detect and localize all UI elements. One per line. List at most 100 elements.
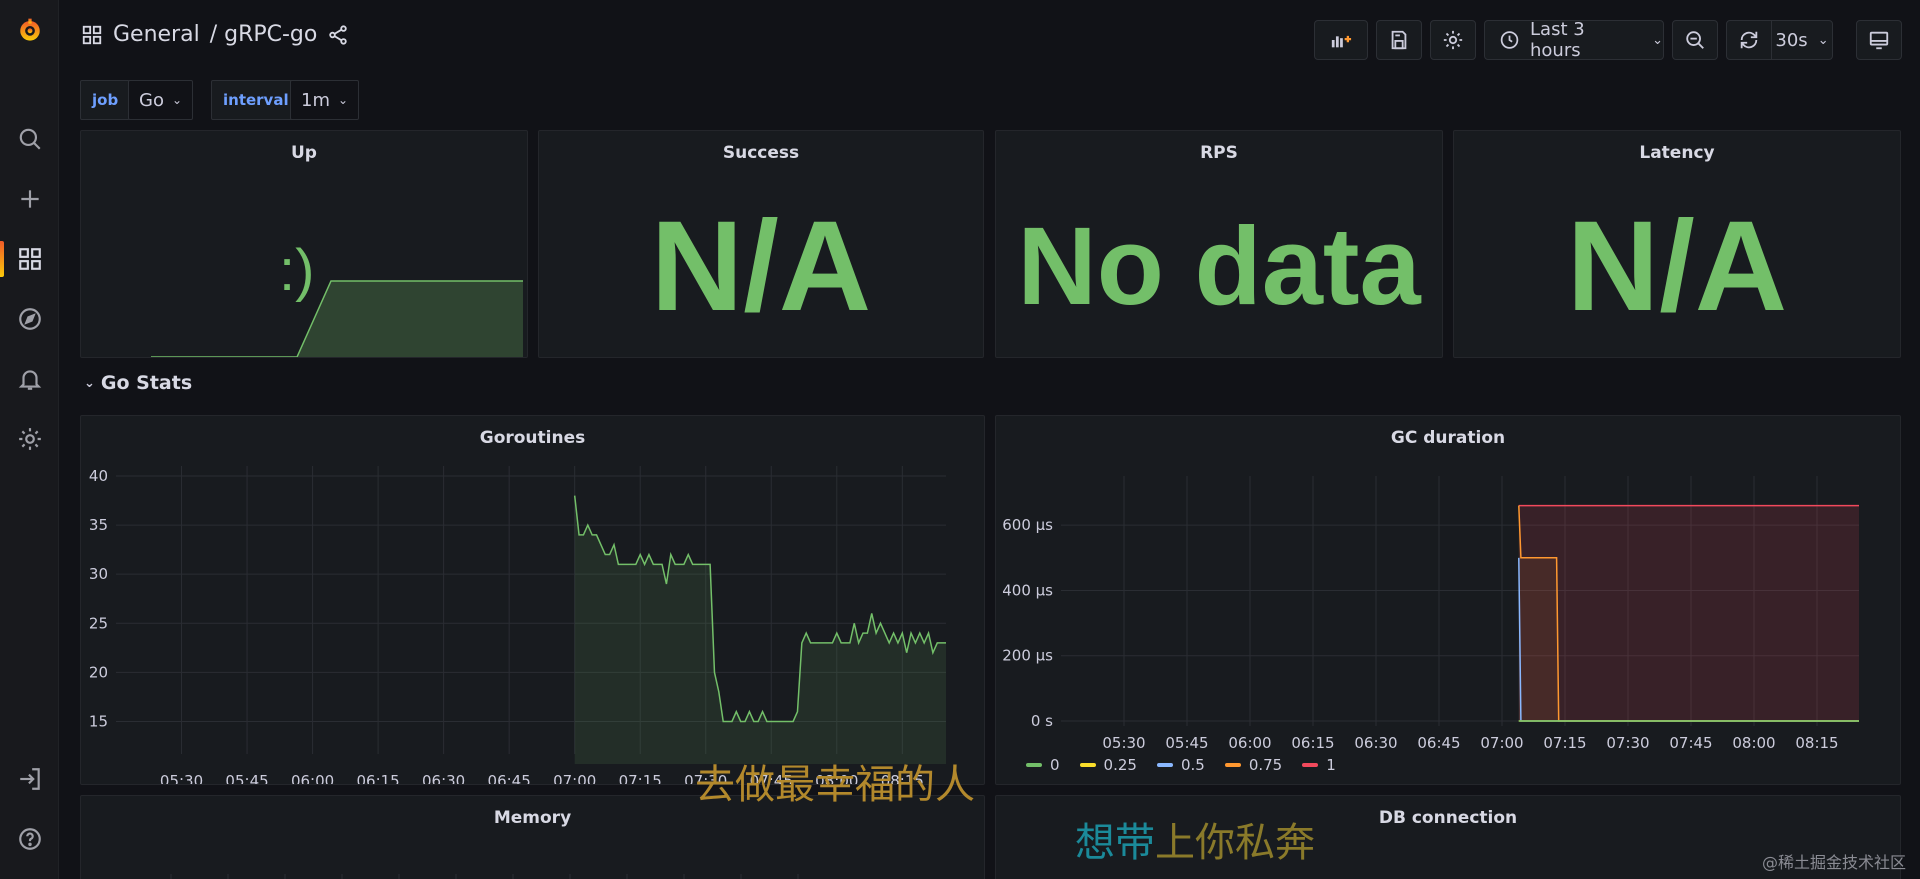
legend-swatch xyxy=(1224,763,1241,767)
panel-up[interactable]: Up :) xyxy=(80,130,528,358)
legend-swatch xyxy=(1026,763,1042,767)
panel-title: Success xyxy=(722,143,800,163)
legend-item[interactable]: 0.5 xyxy=(1156,756,1205,774)
x-tick-label: 06:45 xyxy=(488,772,531,785)
x-tick-label: 06:00 xyxy=(1228,734,1271,752)
x-tick-label: 07:30 xyxy=(1606,734,1649,752)
tv-mode-button[interactable] xyxy=(1856,20,1902,60)
watermark: @稀土掘金技术社区 xyxy=(1761,853,1906,872)
panel-goroutines[interactable]: Goroutines 40 35 30 25 20 15 05:30 05:45 06:00 06… xyxy=(80,415,985,785)
legend-swatch xyxy=(1079,763,1096,767)
y-tick-label: 30 xyxy=(89,565,108,583)
gc-legend: 0 0.25 0.5 0.75 1 xyxy=(1026,756,1348,774)
legend-label: 0.5 xyxy=(1180,756,1205,774)
x-tick-label: 05:45 xyxy=(225,772,268,785)
add-panel-button[interactable] xyxy=(1314,20,1368,60)
x-tick-label: 06:15 xyxy=(356,772,399,785)
variable-value-interval: 1m xyxy=(301,89,330,111)
latency-stat-value: N/A xyxy=(1566,195,1788,338)
y-tick-label: 35 xyxy=(89,516,108,534)
row-header-go-stats[interactable]: ⌄ Go Stats xyxy=(84,372,192,394)
panel-success[interactable]: Success N/A xyxy=(538,130,984,358)
time-range-picker[interactable]: Last 3 hours ⌄ xyxy=(1484,19,1664,61)
legend-item[interactable]: 0 xyxy=(1026,756,1060,774)
search-icon[interactable] xyxy=(0,115,59,163)
panel-title: Latency xyxy=(1639,143,1715,163)
y-tick-label: 15 xyxy=(89,712,108,730)
chevron-down-icon: ⌄ xyxy=(1817,32,1829,48)
grafana-logo-icon[interactable] xyxy=(0,6,59,54)
panel-latency[interactable]: Latency N/A xyxy=(1453,130,1901,358)
breadcrumb-folder[interactable]: General xyxy=(113,22,200,47)
x-tick-label: 05:45 xyxy=(1165,734,1208,752)
x-tick-label: 07:00 xyxy=(553,772,596,785)
zoom-out-button[interactable] xyxy=(1672,20,1718,60)
y-tick-label: 0 s xyxy=(1031,712,1053,730)
panel-gc-duration[interactable]: GC duration 600 µs 400 µs 200 µs 0 s 05:30 05… xyxy=(995,415,1901,785)
legend-item[interactable]: 0.75 xyxy=(1224,756,1282,774)
legend-label: 1 xyxy=(1326,756,1336,774)
dashboards-icon[interactable] xyxy=(0,235,59,283)
legend-item[interactable]: 1 xyxy=(1302,756,1336,774)
variable-select-interval[interactable]: 1m ⌄ xyxy=(290,80,360,120)
x-tick-label: 07:15 xyxy=(619,772,662,785)
refresh-interval-picker[interactable]: 30s ⌄ xyxy=(1771,20,1833,60)
legend-label: 0.25 xyxy=(1103,756,1137,774)
save-icon xyxy=(1391,30,1407,50)
row-title: Go Stats xyxy=(100,372,193,394)
success-stat-value: N/A xyxy=(650,195,872,338)
legend-item[interactable]: 0.25 xyxy=(1079,756,1137,774)
refresh-interval-label: 30s xyxy=(1775,29,1808,51)
chevron-down-icon: ⌄ xyxy=(1652,32,1663,48)
y-tick-label: 400 µs xyxy=(1002,581,1053,599)
variable-select-job[interactable]: Go ⌄ xyxy=(128,80,194,120)
rps-stat-value: No data xyxy=(1017,205,1421,328)
sign-in-icon[interactable] xyxy=(0,755,59,803)
add-panel-icon xyxy=(1331,35,1352,48)
alerting-bell-icon[interactable] xyxy=(0,355,59,403)
sidebar xyxy=(0,0,59,879)
legend-swatch xyxy=(1302,763,1319,767)
share-icon[interactable] xyxy=(327,24,349,46)
legend-label: 0 xyxy=(1050,756,1060,774)
x-tick-label: 05:30 xyxy=(1102,734,1145,752)
gc-duration-chart: 600 µs 400 µs 200 µs 0 s 05:30 05:45 06:00 06:1… xyxy=(1002,476,1859,752)
x-tick-label: 06:45 xyxy=(1417,734,1460,752)
breadcrumb-dashboard[interactable]: / gRPC-go xyxy=(210,22,318,47)
series-area xyxy=(1518,505,1859,721)
y-tick-label: 200 µs xyxy=(1002,647,1053,665)
x-tick-label: 06:00 xyxy=(291,772,334,785)
panel-rps[interactable]: RPS No data xyxy=(995,130,1443,358)
y-tick-label: 600 µs xyxy=(1002,516,1053,534)
overlay-text-line1: 去做最幸福的人 xyxy=(695,762,975,808)
plus-icon[interactable] xyxy=(0,175,59,223)
y-tick-label: 25 xyxy=(89,614,108,632)
time-range-label: Last 3 hours xyxy=(1530,19,1585,61)
settings-gear-icon[interactable] xyxy=(0,415,59,463)
y-tick-label: 20 xyxy=(89,663,108,681)
refresh-button[interactable] xyxy=(1726,20,1772,60)
chevron-down-icon: ⌄ xyxy=(84,375,95,391)
clock-icon xyxy=(1500,31,1519,49)
x-tick-label: 07:15 xyxy=(1543,734,1586,752)
x-tick-label: 05:30 xyxy=(160,772,203,785)
x-tick-label: 06:30 xyxy=(422,772,465,785)
save-dashboard-button[interactable] xyxy=(1376,20,1422,60)
dashboard-settings-button[interactable] xyxy=(1430,20,1476,60)
x-tick-label: 08:00 xyxy=(1732,734,1775,752)
gear-icon xyxy=(1443,30,1463,50)
top-navbar: General / gRPC-go Last 3 hours ⌄ 30s ⌄ xyxy=(59,0,1920,78)
y-tick-label: 40 xyxy=(89,467,108,485)
variable-label-job: job xyxy=(80,80,131,120)
help-icon[interactable] xyxy=(0,815,59,863)
goroutines-chart: 40 35 30 25 20 15 05:30 05:45 06:00 06:15 06:30 06:… xyxy=(89,466,946,785)
variable-label-interval: interval xyxy=(211,80,301,120)
x-tick-label: 06:30 xyxy=(1354,734,1397,752)
chevron-down-icon: ⌄ xyxy=(338,93,349,107)
explore-compass-icon[interactable] xyxy=(0,295,59,343)
x-tick-label: 07:45 xyxy=(1669,734,1712,752)
dashboard-grid-icon xyxy=(82,25,102,44)
refresh-icon xyxy=(1740,31,1758,49)
overlay-text-line2-part2: 上你私奔 xyxy=(1155,820,1315,866)
panel-title: RPS xyxy=(1200,143,1238,163)
